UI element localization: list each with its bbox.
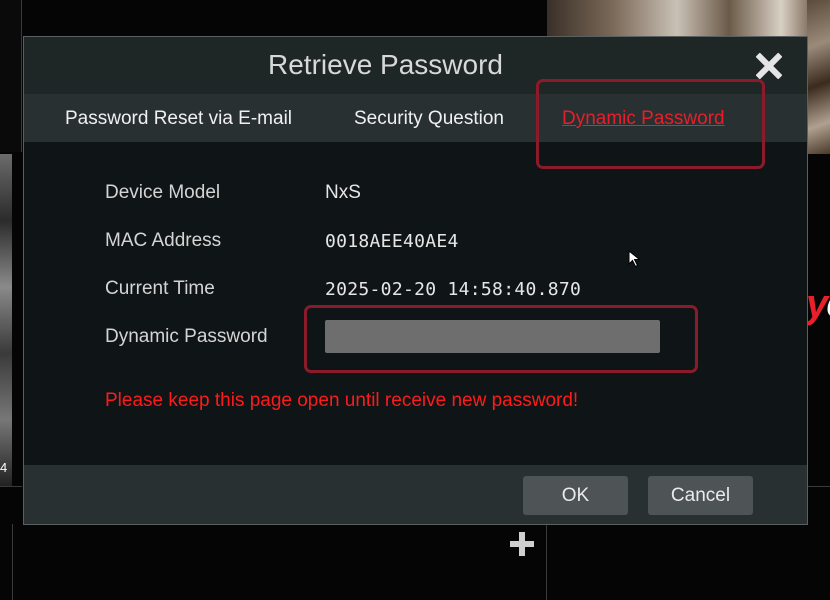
cursor-icon — [628, 250, 641, 268]
highlight-box-password-field — [304, 305, 698, 373]
device-model-value: NxS — [325, 182, 361, 203]
brand-logo-fragment: yc — [806, 282, 830, 327]
tab-password-reset-email[interactable]: Password Reset via E-mail — [65, 108, 292, 130]
dialog-footer: OK Cancel — [24, 465, 807, 524]
channel-number: 4 — [0, 460, 8, 475]
highlight-box-dynamic-tab — [536, 79, 765, 169]
current-time-value: 2025-02-20 14:58:40.870 — [325, 279, 582, 300]
close-icon[interactable] — [754, 51, 784, 81]
grid-divider — [546, 524, 547, 600]
camera-tile-top-left[interactable] — [0, 0, 22, 152]
tab-security-question[interactable]: Security Question — [354, 108, 504, 130]
camera-feed-left[interactable] — [0, 154, 12, 486]
grid-divider — [806, 486, 830, 487]
camera-feed-right[interactable] — [806, 0, 830, 154]
warning-message: Please keep this page open until receive… — [105, 390, 579, 411]
brand-fragment-white: c — [826, 282, 830, 326]
grid-divider — [0, 486, 22, 487]
mac-address-label: MAC Address — [105, 230, 222, 251]
mac-address-value: 0018AEE40AE4 — [325, 231, 459, 252]
device-model-label: Device Model — [105, 182, 221, 203]
brand-fragment-red: y — [806, 282, 828, 326]
dialog-title: Retrieve Password — [268, 49, 503, 80]
current-time-label: Current Time — [105, 278, 215, 299]
dynamic-password-label: Dynamic Password — [105, 326, 268, 347]
grid-divider — [12, 524, 13, 600]
plus-icon[interactable] — [508, 530, 536, 558]
ok-button[interactable]: OK — [523, 476, 628, 515]
camera-feed-top[interactable] — [547, 0, 807, 36]
cancel-button[interactable]: Cancel — [648, 476, 753, 515]
